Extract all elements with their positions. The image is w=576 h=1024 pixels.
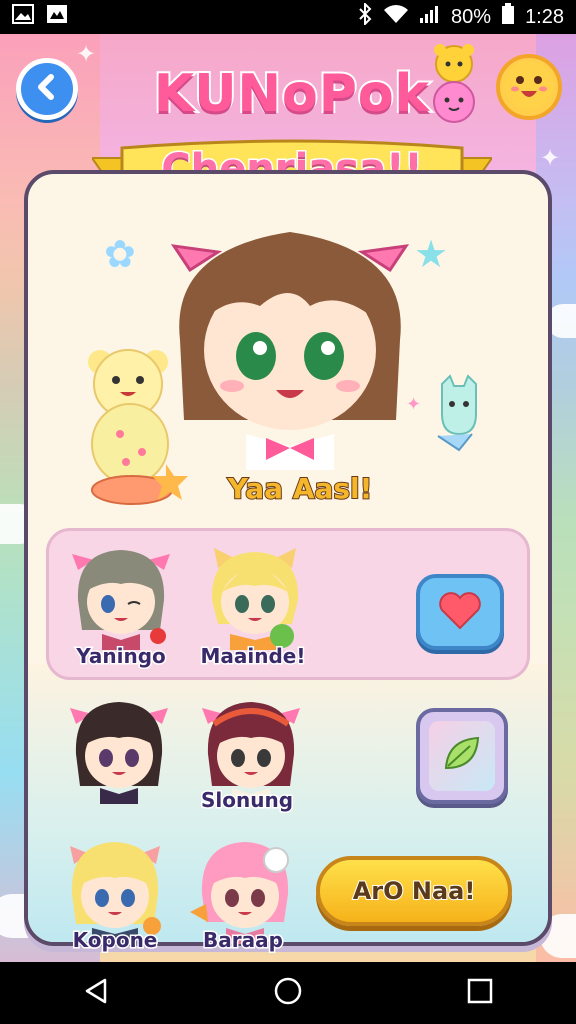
cta-button[interactable]: ArO Naa! bbox=[316, 856, 512, 926]
nav-recents-button[interactable] bbox=[450, 968, 510, 1018]
ghost-mascot bbox=[424, 374, 494, 454]
character-yaningo[interactable] bbox=[66, 540, 176, 650]
flower-sparkle: ✿ bbox=[104, 232, 136, 276]
character-unnamed[interactable] bbox=[64, 694, 174, 804]
item-button[interactable] bbox=[416, 708, 508, 804]
character-label: Yaningo bbox=[75, 643, 168, 670]
clock: 1:28 bbox=[525, 5, 564, 28]
nav-home-icon bbox=[273, 976, 303, 1010]
hero-character-portrait[interactable] bbox=[160, 210, 420, 470]
title-line-1: KUNoPok bbox=[152, 62, 431, 126]
character-maainde[interactable] bbox=[200, 540, 310, 650]
battery-percent: 80% bbox=[451, 5, 492, 28]
chevron-left-icon bbox=[32, 72, 62, 106]
character-label: Slonung bbox=[199, 787, 294, 814]
hero-caption: Yaa Aasl! bbox=[227, 471, 374, 506]
character-label: Maainde! bbox=[199, 643, 307, 670]
wifi-icon bbox=[383, 4, 409, 30]
star-decoration: ✦ bbox=[540, 144, 561, 172]
battery-icon bbox=[501, 3, 515, 31]
bluetooth-icon bbox=[357, 1, 373, 31]
favorite-button[interactable] bbox=[416, 574, 504, 650]
character-label: Baraap bbox=[202, 927, 285, 954]
game-screen: ✦ ✦ KUNoPok Chenriasa!! ✿ ★ ✦ Yaa Aasl! … bbox=[0, 34, 576, 962]
image-icon bbox=[12, 4, 34, 30]
bear-mascot bbox=[80, 344, 190, 514]
item-slot bbox=[429, 721, 495, 791]
status-bar: 80% 1:28 bbox=[0, 0, 576, 34]
gallery-icon bbox=[46, 4, 68, 30]
system-nav-bar bbox=[0, 962, 576, 1024]
nav-home-button[interactable] bbox=[258, 968, 318, 1018]
leaf-icon bbox=[440, 732, 484, 780]
heart-icon bbox=[438, 590, 482, 634]
signal-icon bbox=[419, 4, 441, 30]
nav-recents-icon bbox=[467, 978, 493, 1008]
nav-back-icon bbox=[83, 977, 109, 1009]
nav-back-button[interactable] bbox=[66, 968, 126, 1018]
